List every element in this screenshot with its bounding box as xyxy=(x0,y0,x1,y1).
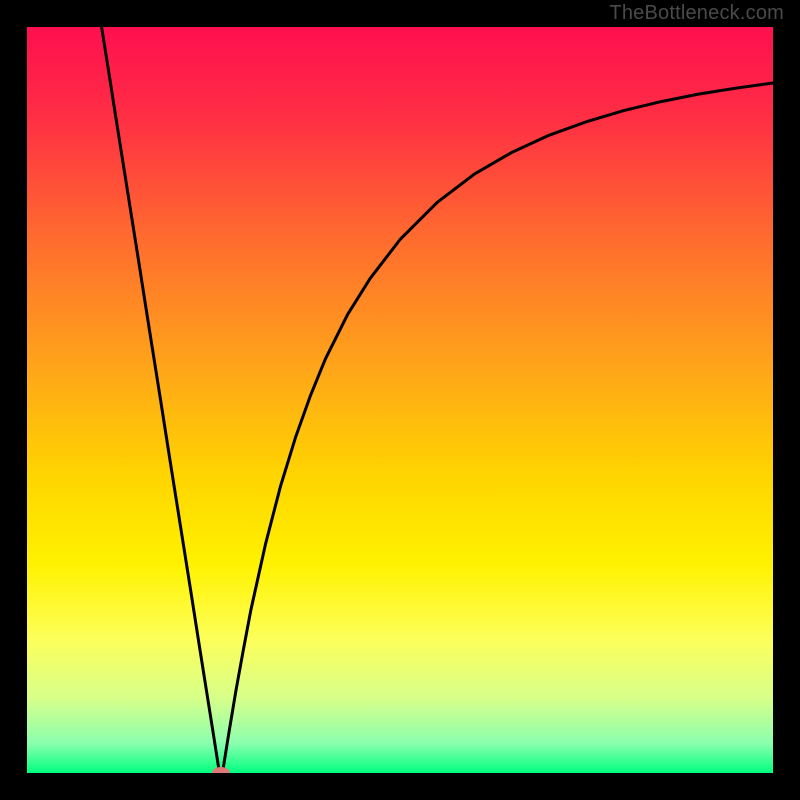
chart-svg xyxy=(27,27,773,773)
gradient-background xyxy=(27,27,773,773)
chart-container: TheBottleneck.com xyxy=(0,0,800,800)
plot-area xyxy=(27,27,773,773)
watermark-text: TheBottleneck.com xyxy=(609,2,784,25)
